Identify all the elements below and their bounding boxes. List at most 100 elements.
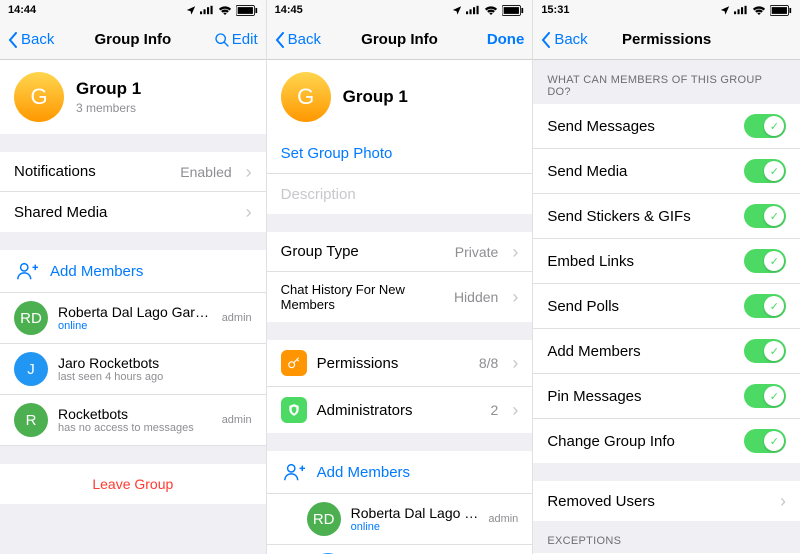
avatar-initial: G bbox=[30, 84, 47, 110]
back-label: Back bbox=[288, 31, 321, 48]
permissions-row[interactable]: Permissions 8/8 › bbox=[267, 340, 533, 387]
member-avatar: R bbox=[14, 403, 48, 437]
toggle[interactable]: ✓ bbox=[744, 384, 786, 408]
shared-media-row[interactable]: Shared Media › bbox=[0, 192, 266, 232]
status-bar: 14:45 bbox=[267, 0, 533, 20]
chevron-right-icon: › bbox=[512, 288, 518, 306]
member-row[interactable]: J Jaro Rocketbots last seen 4 hours ago bbox=[0, 344, 266, 395]
search-icon[interactable] bbox=[214, 32, 230, 48]
member-row[interactable]: R Rocketbots has no access to messages a… bbox=[0, 395, 266, 446]
perm-embed-links: Embed Links ✓ bbox=[533, 239, 800, 284]
wifi-icon bbox=[484, 5, 498, 15]
battery-icon bbox=[236, 5, 258, 16]
signal-icon bbox=[466, 5, 480, 15]
screen-permissions: 15:31 Back Permissions What can members … bbox=[533, 0, 800, 554]
member-status: has no access to messages bbox=[58, 422, 212, 434]
description-placeholder: Description bbox=[281, 186, 519, 203]
admin-badge: admin bbox=[488, 513, 518, 525]
cell-value: 2 bbox=[491, 402, 499, 418]
description-input[interactable]: Description bbox=[267, 174, 533, 214]
back-button[interactable]: Back bbox=[275, 31, 335, 48]
nav-bar: Back Group Info Done bbox=[267, 20, 533, 60]
set-photo-label: Set Group Photo bbox=[281, 145, 519, 162]
signal-icon bbox=[200, 5, 214, 15]
group-avatar: G bbox=[14, 72, 64, 122]
nav-title: Group Info bbox=[68, 31, 198, 48]
member-name: Rocketbots bbox=[58, 406, 212, 422]
done-button[interactable]: Done bbox=[464, 31, 524, 48]
chevron-left-icon bbox=[8, 32, 18, 48]
perm-add-members: Add Members ✓ bbox=[533, 329, 800, 374]
add-members-row[interactable]: Add Members bbox=[0, 250, 266, 293]
nav-title: Permissions bbox=[601, 31, 732, 48]
toggle[interactable]: ✓ bbox=[744, 249, 786, 273]
toggle[interactable]: ✓ bbox=[744, 294, 786, 318]
toggle[interactable]: ✓ bbox=[744, 204, 786, 228]
content: G Group 1 Set Group Photo Description Gr… bbox=[267, 60, 533, 554]
member-name: Roberta Dal Lago Garcia bbox=[58, 304, 212, 320]
group-header: G Group 1 bbox=[267, 60, 533, 134]
status-right bbox=[186, 5, 258, 16]
group-name-input[interactable]: Group 1 bbox=[343, 87, 408, 107]
member-row[interactable]: J Jaro Rocketbots last seen 4 hours ago bbox=[267, 545, 533, 554]
member-avatar: RD bbox=[14, 301, 48, 335]
cell-label: Shared Media bbox=[14, 204, 236, 221]
add-members-label: Add Members bbox=[50, 263, 252, 280]
done-label: Done bbox=[487, 31, 525, 48]
signal-icon bbox=[734, 5, 748, 15]
back-label: Back bbox=[21, 31, 54, 48]
status-bar: 14:44 bbox=[0, 0, 266, 20]
leave-label: Leave Group bbox=[92, 476, 173, 492]
set-group-photo-button[interactable]: Set Group Photo bbox=[267, 134, 533, 174]
edit-button[interactable]: Edit bbox=[198, 31, 258, 48]
battery-icon bbox=[502, 5, 524, 16]
toggle[interactable]: ✓ bbox=[744, 339, 786, 363]
member-row[interactable]: RD Roberta Dal Lago Garcia online admin bbox=[0, 293, 266, 344]
exceptions-header: Exceptions bbox=[533, 521, 800, 553]
group-type-row[interactable]: Group Type Private › bbox=[267, 232, 533, 272]
group-name: Group 1 bbox=[76, 79, 141, 99]
wifi-icon bbox=[752, 5, 766, 15]
toggle[interactable]: ✓ bbox=[744, 114, 786, 138]
perm-send-polls: Send Polls ✓ bbox=[533, 284, 800, 329]
member-avatar: RD bbox=[307, 502, 341, 536]
member-row[interactable]: RD Roberta Dal Lago Garcia online admin bbox=[267, 494, 533, 545]
shield-icon bbox=[281, 397, 307, 423]
add-members-row[interactable]: Add Members bbox=[267, 451, 533, 494]
status-bar: 15:31 bbox=[533, 0, 800, 20]
cell-value: Private bbox=[455, 244, 499, 260]
screen-group-info-view: 14:44 Back Group Info Edit G bbox=[0, 0, 267, 554]
add-person-icon bbox=[281, 459, 307, 485]
status-right bbox=[452, 5, 524, 16]
back-label: Back bbox=[554, 31, 587, 48]
content: What can members of this group do? Send … bbox=[533, 60, 800, 554]
nav-bar: Back Permissions bbox=[533, 20, 800, 60]
status-right bbox=[720, 5, 792, 16]
cell-label: Chat History For New Members bbox=[281, 282, 444, 312]
back-button[interactable]: Back bbox=[541, 31, 601, 48]
chevron-right-icon: › bbox=[512, 354, 518, 372]
nav-title: Group Info bbox=[335, 31, 465, 48]
section-header: What can members of this group do? bbox=[533, 60, 800, 104]
status-time: 14:44 bbox=[8, 4, 36, 16]
chevron-right-icon: › bbox=[780, 492, 786, 510]
cell-value: Enabled bbox=[180, 164, 231, 180]
nav-bar: Back Group Info Edit bbox=[0, 20, 266, 60]
group-avatar: G bbox=[281, 72, 331, 122]
removed-users-row[interactable]: Removed Users › bbox=[533, 481, 800, 521]
leave-group-button[interactable]: Leave Group bbox=[0, 464, 266, 504]
toggle[interactable]: ✓ bbox=[744, 429, 786, 453]
admin-badge: admin bbox=[222, 414, 252, 426]
member-status: online bbox=[351, 521, 479, 533]
notifications-row[interactable]: Notifications Enabled › bbox=[0, 152, 266, 192]
back-button[interactable]: Back bbox=[8, 31, 68, 48]
screen-group-info-edit: 14:45 Back Group Info Done G bbox=[267, 0, 534, 554]
toggle[interactable]: ✓ bbox=[744, 159, 786, 183]
chat-history-row[interactable]: Chat History For New Members Hidden › bbox=[267, 272, 533, 322]
perm-send-media: Send Media ✓ bbox=[533, 149, 800, 194]
chevron-right-icon: › bbox=[512, 401, 518, 419]
chevron-left-icon bbox=[541, 32, 551, 48]
group-subtitle: 3 members bbox=[76, 101, 141, 115]
administrators-row[interactable]: Administrators 2 › bbox=[267, 387, 533, 433]
perm-change-info: Change Group Info ✓ bbox=[533, 419, 800, 463]
